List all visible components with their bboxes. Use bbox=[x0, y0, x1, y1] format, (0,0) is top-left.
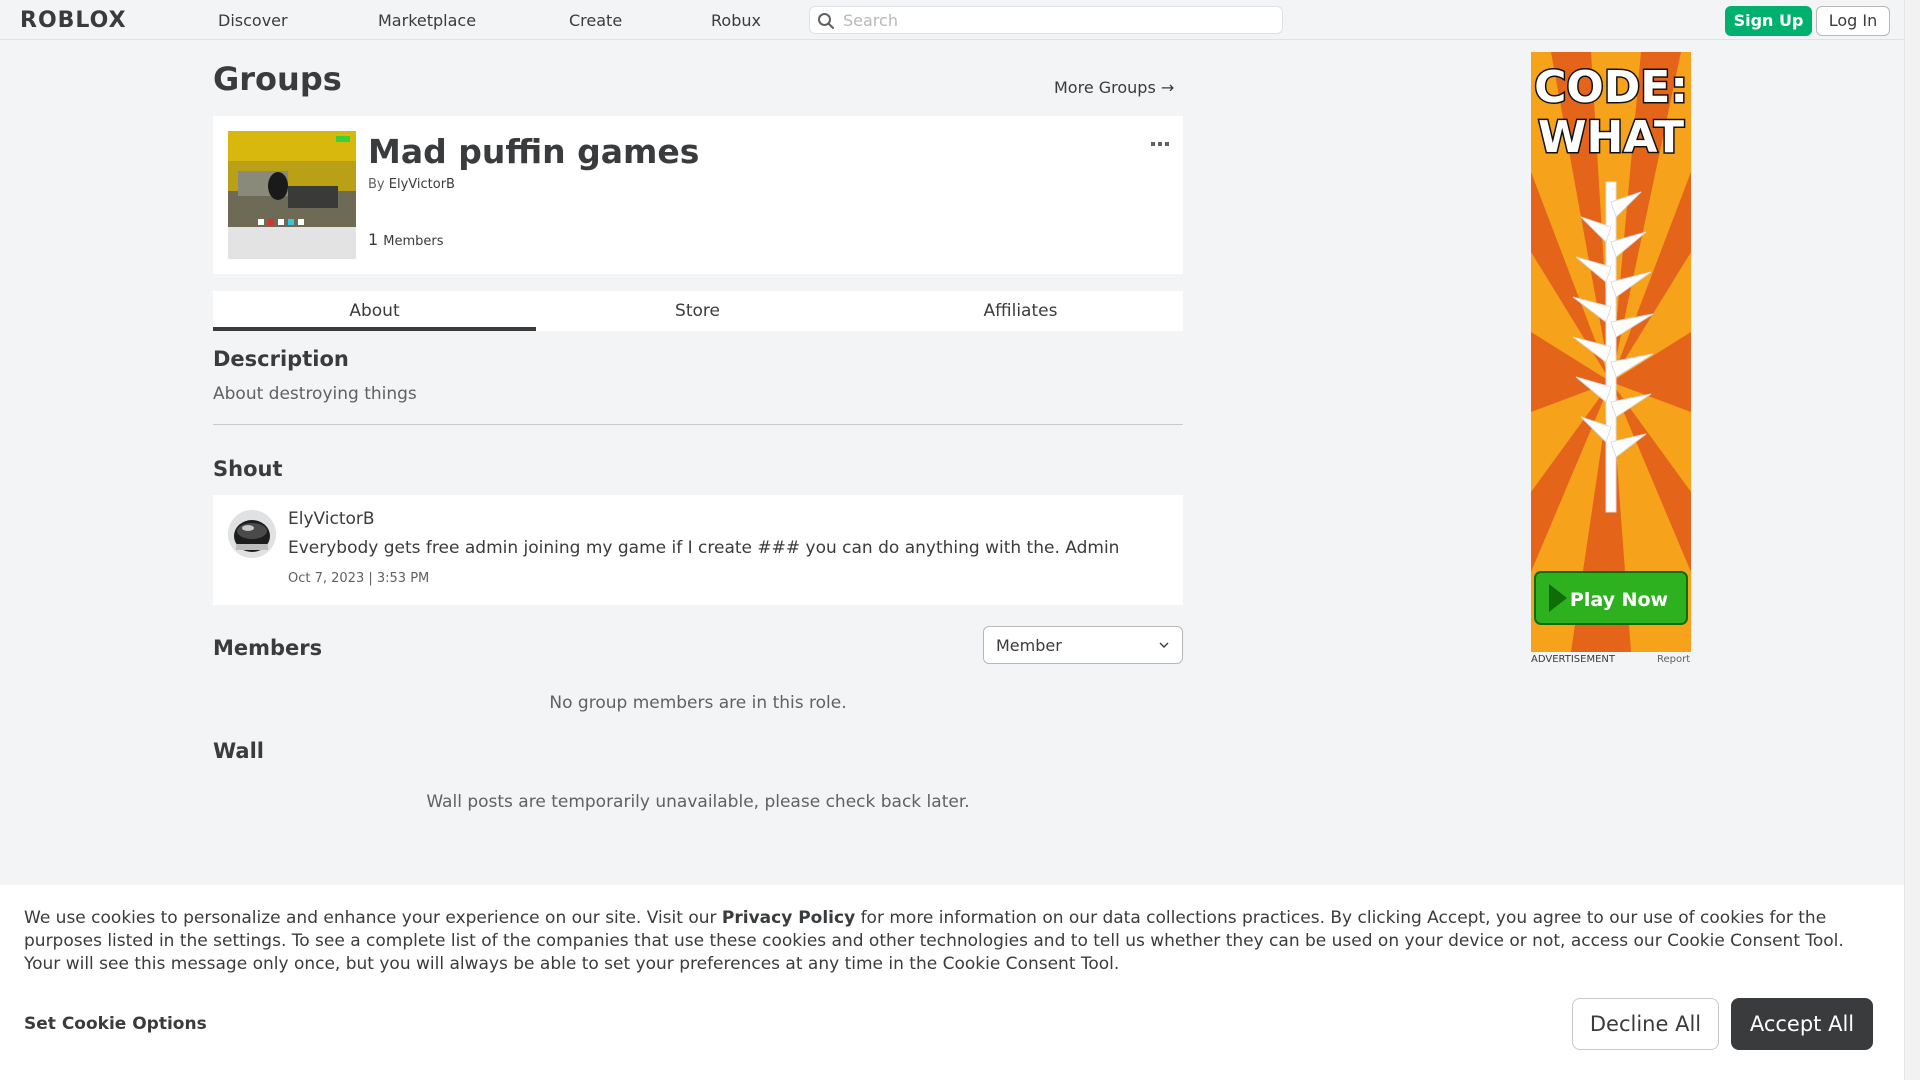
group-by-label: By bbox=[368, 177, 385, 192]
advertisement-banner[interactable]: CODE: WHAT Play Now bbox=[1531, 52, 1691, 652]
description-text: About destroying things bbox=[213, 384, 417, 404]
accept-all-button[interactable]: Accept All bbox=[1731, 998, 1873, 1050]
more-groups-link[interactable]: More Groups → bbox=[1054, 78, 1174, 97]
member-count-label: Members bbox=[383, 234, 444, 249]
role-dropdown[interactable]: Member bbox=[983, 626, 1183, 664]
search-box[interactable] bbox=[809, 6, 1283, 34]
nav-link-discover[interactable]: Discover bbox=[218, 11, 288, 30]
wall-heading: Wall bbox=[213, 739, 264, 763]
ad-headline-line1: CODE: bbox=[1534, 62, 1688, 113]
tab-about[interactable]: About bbox=[213, 291, 536, 331]
advertisement-image: CODE: WHAT Play Now bbox=[1531, 52, 1691, 652]
shout-card: ElyVictorB Everybody gets free admin joi… bbox=[213, 495, 1183, 605]
member-count: 1 Members bbox=[368, 230, 444, 249]
sign-up-button[interactable]: Sign Up bbox=[1725, 6, 1812, 36]
cookie-consent-banner: We use cookies to personalize and enhanc… bbox=[0, 885, 1904, 1080]
group-name: Mad puffin games bbox=[368, 132, 700, 171]
decline-all-button[interactable]: Decline All bbox=[1572, 998, 1719, 1050]
members-heading: Members bbox=[213, 636, 323, 660]
group-tabs: About Store Affiliates bbox=[213, 291, 1183, 331]
description-heading: Description bbox=[213, 347, 349, 371]
log-in-button[interactable]: Log In bbox=[1816, 6, 1890, 36]
ad-play-now-label: Play Now bbox=[1570, 589, 1668, 611]
group-owner-line: By ElyVictorB bbox=[368, 177, 455, 192]
group-owner-link[interactable]: ElyVictorB bbox=[389, 177, 455, 192]
chevron-down-icon bbox=[1159, 642, 1169, 648]
member-count-value: 1 bbox=[368, 230, 379, 249]
top-navigation: ROBLOX Discover Marketplace Create Robux… bbox=[0, 0, 1904, 40]
privacy-policy-link[interactable]: Privacy Policy bbox=[722, 908, 855, 928]
search-icon bbox=[818, 13, 834, 29]
avatar-headshot-icon bbox=[228, 510, 276, 558]
page-scrollbar[interactable] bbox=[1904, 0, 1920, 1080]
avatar[interactable] bbox=[228, 510, 276, 558]
shout-timestamp: Oct 7, 2023 | 3:53 PM bbox=[288, 571, 430, 586]
ad-headline-line2: WHAT bbox=[1538, 112, 1684, 163]
tab-store[interactable]: Store bbox=[536, 291, 859, 331]
more-dots-icon bbox=[1151, 142, 1169, 146]
shout-heading: Shout bbox=[213, 457, 283, 481]
report-ad-link[interactable]: Report bbox=[1657, 654, 1690, 665]
section-divider bbox=[213, 424, 1183, 425]
members-empty-message: No group members are in this role. bbox=[549, 693, 847, 713]
set-cookie-options-link[interactable]: Set Cookie Options bbox=[24, 1014, 207, 1034]
advertisement-label: ADVERTISEMENT bbox=[1531, 654, 1616, 665]
group-thumbnail bbox=[228, 131, 356, 259]
role-dropdown-value: Member bbox=[996, 636, 1062, 655]
nav-link-robux[interactable]: Robux bbox=[711, 11, 761, 30]
more-options-button[interactable] bbox=[1151, 132, 1169, 151]
group-thumbnail-image bbox=[228, 131, 356, 259]
cookie-text-part1: We use cookies to personalize and enhanc… bbox=[24, 908, 722, 928]
tab-affiliates[interactable]: Affiliates bbox=[859, 291, 1182, 331]
wall-unavailable-message: Wall posts are temporarily unavailable, … bbox=[426, 792, 970, 812]
nav-link-create[interactable]: Create bbox=[569, 11, 622, 30]
nav-link-marketplace[interactable]: Marketplace bbox=[378, 11, 476, 30]
search-input[interactable] bbox=[843, 10, 1273, 30]
roblox-logo[interactable]: ROBLOX bbox=[20, 8, 127, 33]
shout-author[interactable]: ElyVictorB bbox=[288, 509, 375, 529]
cookie-consent-text: We use cookies to personalize and enhanc… bbox=[24, 907, 1880, 976]
group-header-card: Mad puffin games By ElyVictorB 1 Members bbox=[213, 116, 1183, 274]
page-title: Groups bbox=[213, 60, 342, 98]
shout-text: Everybody gets free admin joining my gam… bbox=[288, 538, 1120, 558]
